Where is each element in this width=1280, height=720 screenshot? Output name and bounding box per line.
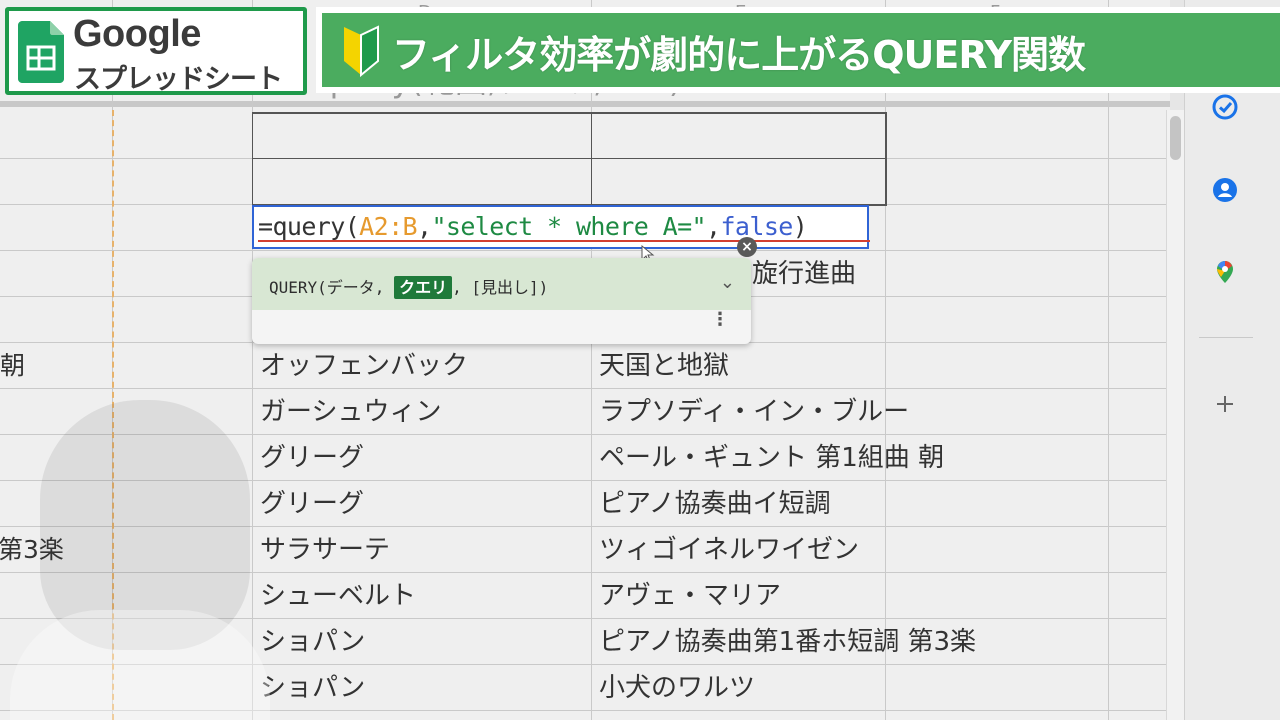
- tasks-icon[interactable]: [1212, 94, 1238, 120]
- cell-a-fragment[interactable]: 朝: [0, 349, 25, 383]
- cell-partial-text[interactable]: 旋行進曲: [752, 257, 856, 291]
- close-tooltip-icon[interactable]: ×: [737, 237, 757, 257]
- formula-error-underline: [258, 240, 870, 242]
- copy-range-marquee: [112, 110, 114, 720]
- grid-row-line: [0, 710, 1166, 711]
- formula-suffix: ): [792, 212, 808, 241]
- signature-start: QUERY(データ,: [269, 278, 395, 297]
- side-panel: [1184, 0, 1280, 720]
- cell-composer[interactable]: オッフェンバック: [260, 349, 468, 383]
- table-border-top: [252, 112, 886, 114]
- signature-end: , [見出し]): [452, 278, 549, 297]
- cell-work[interactable]: ピアノ協奏曲第1番ホ短調 第3楽: [599, 625, 976, 659]
- beginner-mark-icon: [344, 25, 379, 77]
- formula-comma: ,: [416, 212, 432, 241]
- logo-card: Google スプレッドシート: [5, 7, 307, 95]
- cell-work[interactable]: ペール・ギュント 第1組曲 朝: [599, 441, 944, 475]
- table-border-center: [591, 112, 592, 206]
- formula-comma: ,: [706, 212, 721, 241]
- cell-work[interactable]: ラプソディ・イン・ブルー: [599, 395, 909, 429]
- grid-row-line: [0, 434, 1166, 435]
- formula-prefix: =query(: [258, 212, 360, 241]
- cell-composer[interactable]: グリーグ: [260, 487, 364, 521]
- grid-row-line: [0, 526, 1166, 527]
- grid-row-line: [0, 480, 1166, 481]
- table-border-right: [885, 112, 887, 206]
- cell-work[interactable]: ピアノ協奏曲イ短調: [599, 487, 831, 521]
- cell-work[interactable]: 天国と地獄: [599, 349, 729, 383]
- cell-composer[interactable]: ショパン: [260, 625, 365, 659]
- formula-range-ref: A2:B: [359, 212, 417, 241]
- cell-work[interactable]: ツィゴイネルワイゼン: [599, 533, 859, 567]
- cell-composer[interactable]: グリーグ: [260, 441, 364, 475]
- grid-row-line: [0, 388, 1166, 389]
- cell-composer[interactable]: サラサーテ: [260, 533, 390, 567]
- logo-title: Google: [73, 13, 201, 55]
- table-border-left: [252, 112, 253, 206]
- more-options-icon[interactable]: ⋮: [711, 311, 729, 329]
- side-panel-divider: [1199, 337, 1253, 338]
- scrollbar-thumb[interactable]: [1170, 116, 1181, 160]
- spreadsheet-grid[interactable]: D E F 朝 第3楽 旋行進曲 オッフェンバック 天国と地獄 ガーシュウィン …: [0, 0, 1170, 720]
- grid-row-line: [0, 664, 1166, 665]
- grid-row-line: [0, 572, 1166, 573]
- table-border-mid: [252, 158, 886, 159]
- grid-col-line: [1108, 0, 1109, 720]
- grid-col-line: [252, 0, 253, 720]
- function-signature-row[interactable]: QUERY(データ, クエリ, [見出し]) ⌄: [252, 258, 751, 310]
- chevron-down-icon[interactable]: ⌄: [720, 272, 735, 293]
- title-banner: フィルタ効率が劇的に上がるQUERY関数: [318, 9, 1280, 91]
- grid-row-line: [0, 618, 1166, 619]
- grid-col-line: [591, 0, 592, 720]
- add-icon[interactable]: [1212, 391, 1238, 417]
- grid-row-line: [0, 250, 1166, 251]
- formula-cell-editor[interactable]: =query(A2:B,"select * where A=",false): [252, 205, 869, 249]
- signature-active-arg: クエリ: [394, 276, 453, 299]
- cell-composer[interactable]: シューベルト: [260, 579, 416, 613]
- banner-title: フィルタ効率が劇的に上がるQUERY関数: [392, 33, 1086, 77]
- google-sheets-icon: [18, 21, 64, 83]
- formula-text[interactable]: =query(A2:B,"select * where A=",false): [258, 212, 808, 241]
- formula-false-arg: false: [720, 212, 793, 241]
- cell-composer[interactable]: ショパン: [260, 671, 365, 705]
- contacts-icon[interactable]: [1212, 177, 1238, 203]
- cell-composer[interactable]: ガーシュウィン: [260, 395, 441, 429]
- cell-work[interactable]: 小犬のワルツ: [599, 671, 755, 705]
- vertical-scrollbar[interactable]: [1166, 110, 1184, 720]
- grid-col-line: [885, 0, 886, 720]
- cell-a-fragment[interactable]: 第3楽: [0, 533, 64, 567]
- maps-icon[interactable]: [1212, 259, 1238, 285]
- logo-subtitle: スプレッドシート: [74, 64, 283, 95]
- function-help-tooltip[interactable]: QUERY(データ, クエリ, [見出し]) ⌄ ⋮: [252, 258, 751, 344]
- cell-work[interactable]: アヴェ・マリア: [599, 579, 781, 613]
- formula-query-string: "select * where A=": [431, 212, 707, 241]
- function-signature: QUERY(データ, クエリ, [見出し]): [269, 274, 549, 299]
